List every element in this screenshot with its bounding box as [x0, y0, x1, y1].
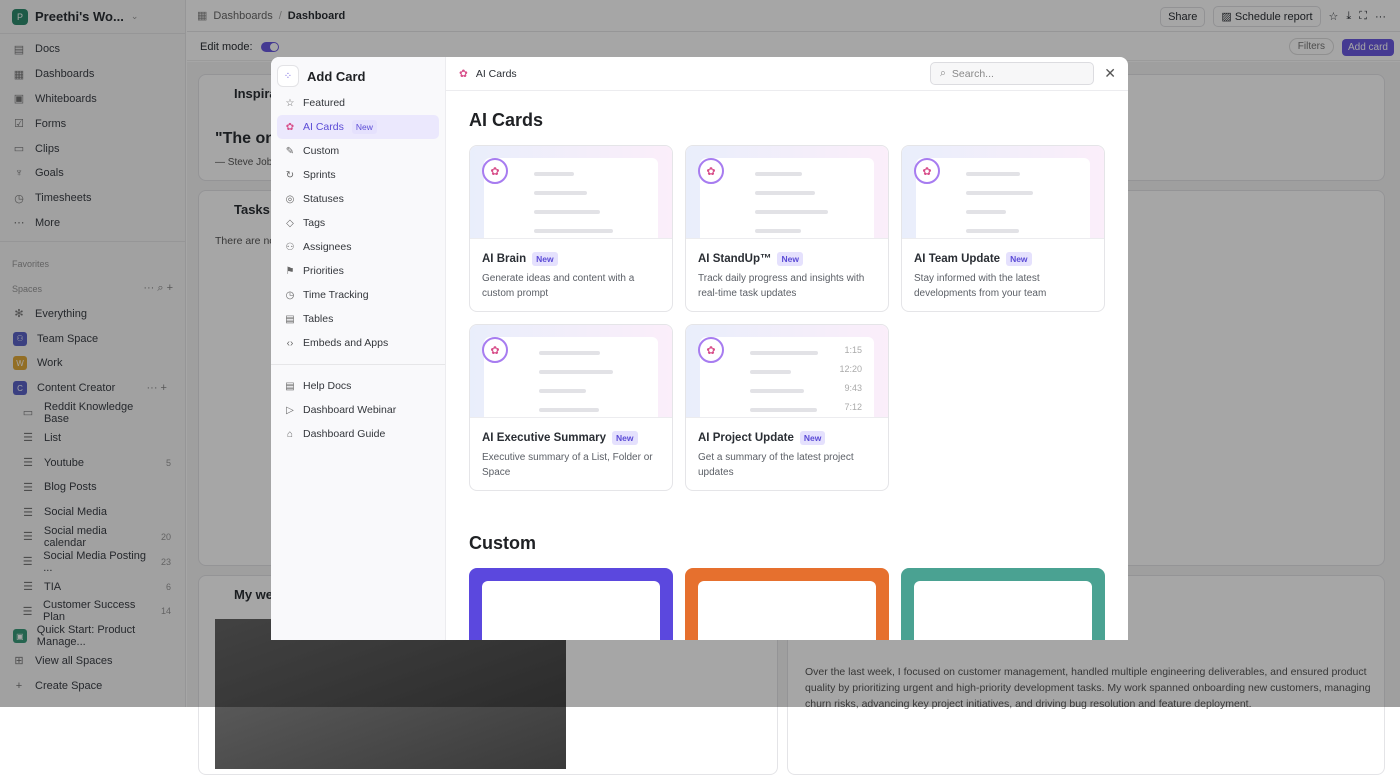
search-placeholder: Search... [951, 67, 994, 80]
help-label: Dashboard Webinar [303, 404, 397, 416]
new-badge: New [777, 252, 803, 266]
nav-ai-cards[interactable]: ✿ AI Cards New [277, 115, 439, 139]
modal-content: ✿ AI Cards ⌕ Search... ✕ AI Cards ✿ AI Brai… [446, 57, 1128, 640]
help-label: Dashboard Guide [303, 428, 386, 440]
time-tracking-icon: ◷ [285, 289, 295, 301]
ai-logo-icon: ✿ [698, 158, 724, 184]
card-preview: ✿ [902, 146, 1104, 239]
sprints-icon: ↻ [285, 169, 295, 181]
tables-icon: ▤ [285, 313, 295, 325]
custom-card-preview [698, 581, 876, 640]
search-input[interactable]: ⌕ Search... [930, 62, 1094, 85]
help-label: Help Docs [303, 380, 352, 392]
custom-icon: ✎ [285, 145, 295, 157]
nav-priorities[interactable]: ⚑ Priorities [277, 259, 439, 283]
card-preview: ✿ 1:15 12:20 9:43 7:12 [686, 325, 888, 418]
nav-label: AI Cards [303, 121, 344, 133]
help-icon: ⌂ [286, 428, 294, 440]
nav-tables[interactable]: ▤ Tables [277, 307, 439, 331]
new-badge: New [351, 120, 377, 134]
modal-nav: ⁘ Add Card ☆ Featured ✿ AI Cards New ✎ Custom ↻ S… [271, 57, 446, 640]
custom-card[interactable] [685, 568, 889, 640]
ai-icon: ✿ [459, 67, 468, 80]
statuses-icon: ◎ [285, 193, 295, 205]
ai-card[interactable]: ✿ 1:15 12:20 9:43 7:12 AI Project Update New Ge… [685, 324, 889, 491]
nav-assignees[interactable]: ⚇ Assignees [277, 235, 439, 259]
card-title: AI Executive Summary [482, 432, 607, 444]
modal-title: Add Card [307, 68, 366, 84]
custom-card-preview [914, 581, 1092, 640]
card-description: Get a summary of the latest project upda… [698, 452, 854, 478]
help-link[interactable]: ▷ Dashboard Webinar [277, 398, 439, 422]
new-badge: New [532, 252, 558, 266]
help-icon: ▤ [285, 380, 295, 392]
ai-logo-icon: ✿ [482, 337, 508, 363]
nav-label: Tables [303, 313, 334, 325]
nav-label: Custom [303, 145, 340, 157]
time-value: 1:15 [844, 345, 862, 355]
featured-icon: ☆ [285, 97, 295, 109]
nav-label: Statuses [303, 193, 344, 205]
new-badge: New [1006, 252, 1032, 266]
section-heading-ai: AI Cards [469, 110, 544, 130]
card-title: AI StandUp™ [698, 253, 772, 265]
nav-embeds-and-apps[interactable]: ‹› Embeds and Apps [277, 331, 439, 355]
nav-custom[interactable]: ✎ Custom [277, 139, 439, 163]
tags-icon: ◇ [286, 217, 294, 229]
time-value: 12:20 [839, 364, 862, 374]
ai-logo-icon: ✿ [482, 158, 508, 184]
nav-time-tracking[interactable]: ◷ Time Tracking [277, 283, 439, 307]
card-title: AI Brain [482, 253, 527, 265]
card-preview: ✿ [470, 325, 672, 418]
card-description: Track daily progress and insights with r… [698, 273, 865, 299]
custom-card-preview [482, 581, 660, 640]
help-link[interactable]: ⌂ Dashboard Guide [277, 422, 439, 446]
search-icon: ⌕ [940, 67, 946, 79]
ai-cards-icon: ✿ [285, 121, 295, 133]
ai-card[interactable]: ✿ AI Executive Summary New Executive summar… [469, 324, 673, 491]
nav-label: Time Tracking [303, 289, 369, 301]
nav-featured[interactable]: ☆ Featured [277, 91, 439, 115]
new-badge: New [612, 431, 638, 445]
nav-sprints[interactable]: ↻ Sprints [277, 163, 439, 187]
embeds-and-apps-icon: ‹› [286, 337, 294, 349]
card-description: Generate ideas and content with a custom… [482, 273, 635, 299]
assignees-icon: ⚇ [285, 241, 295, 253]
card-title: AI Project Update [698, 432, 794, 444]
help-icon: ▷ [286, 404, 294, 416]
time-value: 9:43 [844, 383, 862, 393]
content-header-label: AI Cards [475, 67, 517, 80]
custom-card[interactable] [901, 568, 1105, 640]
nav-statuses[interactable]: ◎ Statuses [277, 187, 439, 211]
ai-card[interactable]: ✿ AI StandUp™ New Track daily progress and … [685, 145, 889, 312]
add-card-modal: ⁘ Add Card ☆ Featured ✿ AI Cards New ✎ Custom ↻ S… [271, 57, 1128, 640]
ai-card[interactable]: ✿ AI Brain New Generate ideas and content w… [469, 145, 673, 312]
help-link[interactable]: ▤ Help Docs [277, 374, 439, 398]
card-preview: ✿ [470, 146, 672, 239]
card-description: Stay informed with the latest developmen… [914, 273, 1047, 299]
card-description: Executive summary of a List, Folder or S… [482, 452, 653, 478]
close-icon[interactable]: ✕ [1104, 65, 1116, 82]
custom-card[interactable] [469, 568, 673, 640]
nav-label: Embeds and Apps [303, 337, 389, 349]
card-preview: ✿ [686, 146, 888, 239]
add-card-icon: ⁘ [277, 65, 299, 87]
new-badge: New [799, 431, 826, 445]
nav-label: Featured [303, 97, 346, 109]
nav-label: Tags [303, 217, 326, 229]
ai-card[interactable]: ✿ AI Team Update New Stay informed with the… [901, 145, 1105, 312]
ai-logo-icon: ✿ [698, 337, 724, 363]
card-title: AI Team Update [914, 253, 1001, 265]
ai-logo-icon: ✿ [914, 158, 940, 184]
time-value: 7:12 [844, 402, 862, 412]
nav-label: Priorities [303, 265, 344, 277]
nav-label: Assignees [303, 241, 352, 253]
section-heading-custom: Custom [469, 533, 536, 553]
priorities-icon: ⚑ [285, 265, 295, 277]
nav-tags[interactable]: ◇ Tags [277, 211, 439, 235]
nav-label: Sprints [303, 169, 336, 181]
